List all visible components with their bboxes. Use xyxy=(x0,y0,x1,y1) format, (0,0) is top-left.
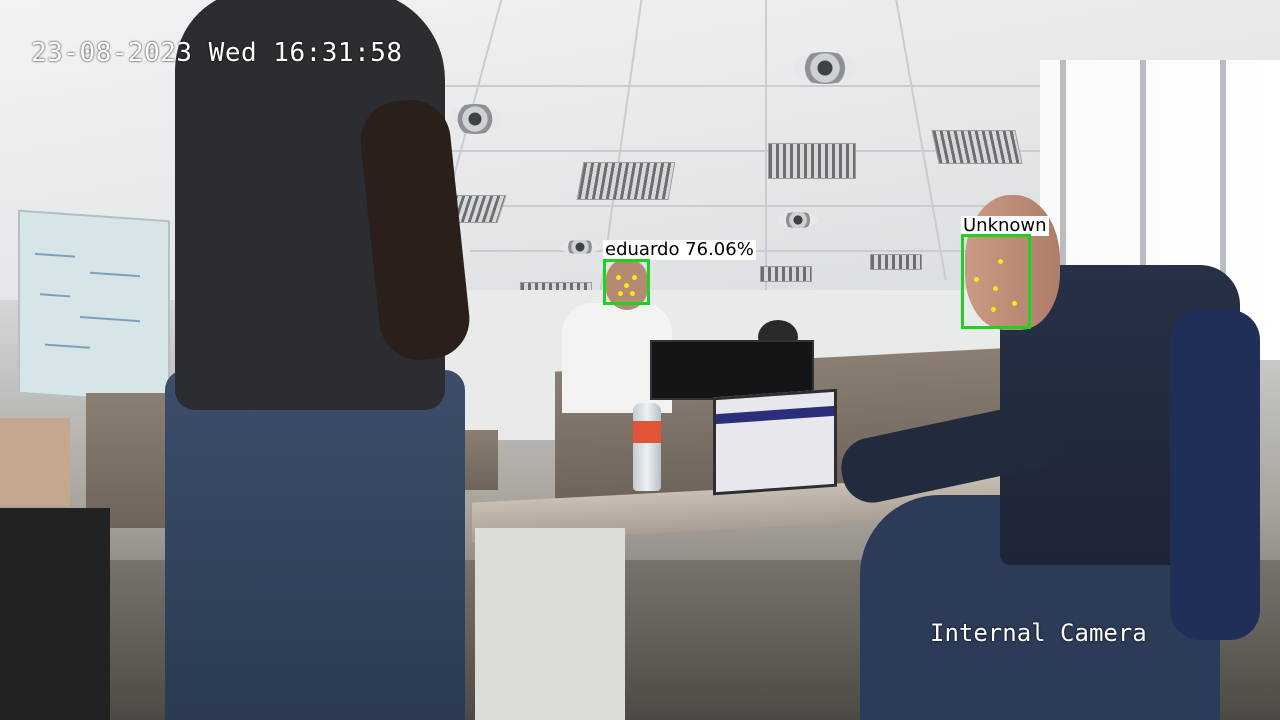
camera-name-overlay: Internal Camera xyxy=(930,619,1147,647)
camera-feed: eduardo 76.06% Unknown 23-08-2023 Wed 16… xyxy=(0,0,1280,720)
face-landmark xyxy=(630,291,635,296)
ceiling-vent xyxy=(576,162,676,200)
detection-label: Unknown xyxy=(961,215,1049,236)
face-bounding-box xyxy=(603,259,650,305)
face-landmark xyxy=(616,275,621,280)
face-bounding-box xyxy=(961,234,1031,329)
water-bottle xyxy=(633,403,661,491)
cabinet xyxy=(0,508,110,720)
round-vent xyxy=(778,212,818,228)
face-landmark xyxy=(632,275,637,280)
ceiling-vent xyxy=(760,266,812,282)
face-landmark xyxy=(624,283,629,288)
cardboard-box xyxy=(0,418,70,506)
laptop xyxy=(713,388,837,496)
person-foreground xyxy=(155,0,475,720)
timestamp-overlay: 23-08-2023 Wed 16:31:58 xyxy=(31,38,403,68)
face-landmark xyxy=(993,286,998,291)
face-landmark xyxy=(998,259,1003,264)
detection-label: eduardo 76.06% xyxy=(603,239,756,260)
ceiling-grid-line xyxy=(765,0,767,290)
ceiling-grid-line xyxy=(430,85,1110,87)
ceiling-vent xyxy=(931,130,1023,164)
face-landmark xyxy=(974,277,979,282)
round-vent xyxy=(560,240,600,254)
round-vent xyxy=(793,52,857,84)
ceiling-vent xyxy=(768,143,856,179)
face-landmark xyxy=(991,307,996,312)
face-landmark xyxy=(618,291,623,296)
desk-leg xyxy=(475,528,625,720)
whiteboard xyxy=(18,209,170,405)
face-landmark xyxy=(1012,301,1017,306)
office-chair xyxy=(1170,310,1260,640)
